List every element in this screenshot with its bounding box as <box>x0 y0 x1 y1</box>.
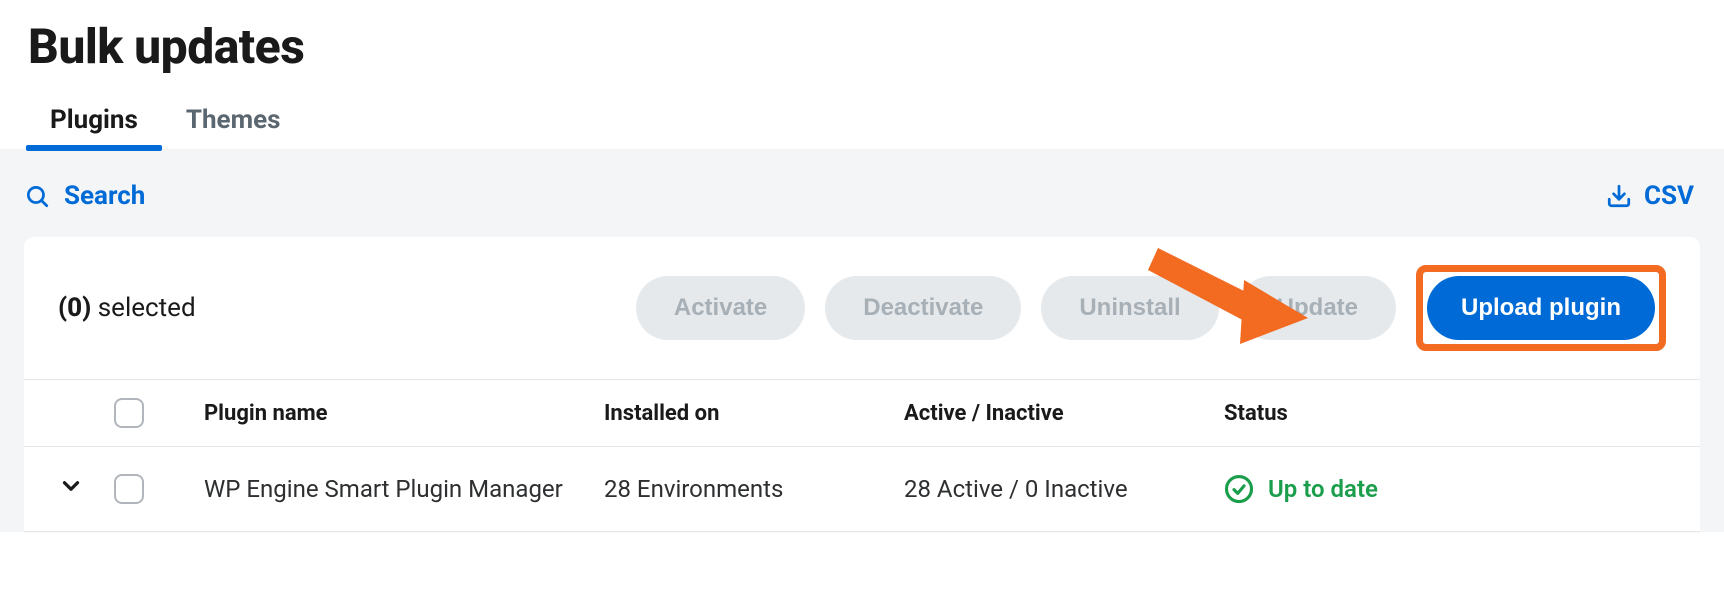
table-row: WP Engine Smart Plugin Manager 28 Enviro… <box>24 447 1700 532</box>
selected-count-number: (0) <box>58 293 91 323</box>
header-active-inactive: Active / Inactive <box>904 401 1224 426</box>
table-header: Plugin name Installed on Active / Inacti… <box>24 379 1700 447</box>
col-check <box>114 398 204 428</box>
selected-count: (0) selected <box>58 293 616 323</box>
select-all-checkbox[interactable] <box>114 398 144 428</box>
card: (0) selected Activate Deactivate Uninsta… <box>24 237 1700 532</box>
update-button[interactable]: Update <box>1239 276 1396 340</box>
uninstall-button[interactable]: Uninstall <box>1041 276 1218 340</box>
search-button[interactable]: Search <box>24 181 145 211</box>
activate-button[interactable]: Activate <box>636 276 805 340</box>
toolbar: Search CSV <box>24 177 1700 237</box>
search-label: Search <box>64 181 145 211</box>
upload-plugin-button[interactable]: Upload plugin <box>1427 276 1655 340</box>
tabs: Plugins Themes <box>0 75 1724 149</box>
cell-active-inactive: 28 Active / 0 Inactive <box>904 475 1224 503</box>
tab-plugins[interactable]: Plugins <box>50 105 138 149</box>
csv-export-button[interactable]: CSV <box>1606 181 1694 211</box>
search-icon <box>24 183 50 209</box>
cell-status: Up to date <box>1224 474 1666 504</box>
chevron-down-icon <box>58 473 84 499</box>
status-text: Up to date <box>1268 475 1378 503</box>
download-icon <box>1606 183 1632 209</box>
check-circle-icon <box>1224 474 1254 504</box>
cell-installed-on: 28 Environments <box>604 475 904 503</box>
header-plugin-name: Plugin name <box>204 401 604 426</box>
header-installed-on: Installed on <box>604 401 904 426</box>
deactivate-button[interactable]: Deactivate <box>825 276 1021 340</box>
page-header: Bulk updates <box>0 0 1724 75</box>
actionbar: (0) selected Activate Deactivate Uninsta… <box>24 237 1700 379</box>
header-status: Status <box>1224 401 1666 426</box>
row-checkbox[interactable] <box>114 474 144 504</box>
status-badge: Up to date <box>1224 474 1378 504</box>
annotation-highlight: Upload plugin <box>1416 265 1666 351</box>
row-check <box>114 474 204 504</box>
row-expand-toggle[interactable] <box>58 473 114 505</box>
csv-label: CSV <box>1644 181 1694 211</box>
panel: Search CSV (0) selected Activate Deactiv… <box>0 149 1724 532</box>
selected-count-label: selected <box>98 293 196 323</box>
tab-themes[interactable]: Themes <box>186 105 281 149</box>
cell-plugin-name: WP Engine Smart Plugin Manager <box>204 475 604 503</box>
page-title: Bulk updates <box>28 18 1696 75</box>
